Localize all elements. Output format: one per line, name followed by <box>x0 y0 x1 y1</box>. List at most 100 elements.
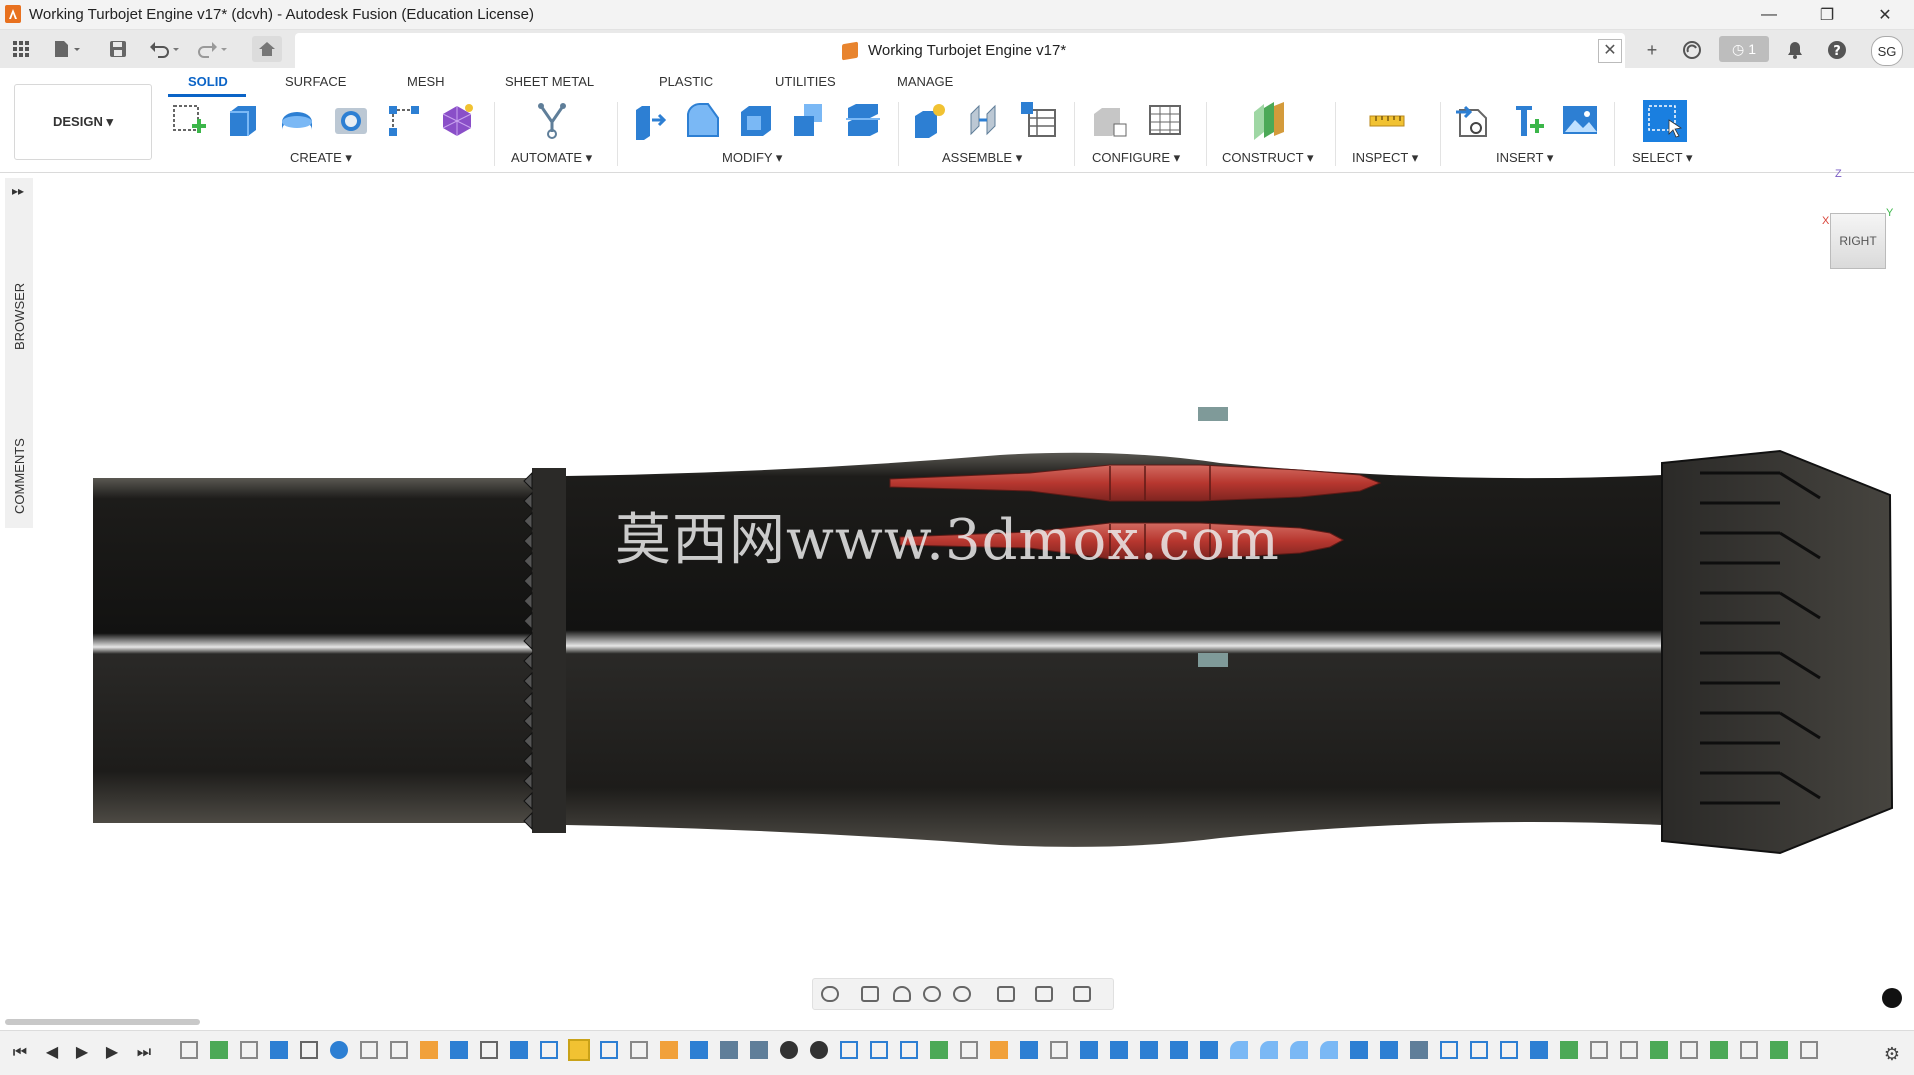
user-avatar[interactable]: SG <box>1871 36 1903 66</box>
sketch-feature-icon[interactable] <box>630 1041 648 1059</box>
extrude-feature-icon[interactable] <box>1170 1041 1188 1059</box>
workspace-switcher-button[interactable]: DESIGN ▾ <box>14 84 152 160</box>
joint-icon[interactable] <box>965 100 1003 140</box>
tab-utilities[interactable]: UTILITIES <box>775 74 836 89</box>
step-back-icon[interactable]: ◀ <box>42 1043 62 1063</box>
extrude-feature-icon[interactable] <box>1350 1041 1368 1059</box>
sketch-feature-icon[interactable] <box>390 1041 408 1059</box>
automate-icon[interactable] <box>533 100 571 140</box>
extrude-feature-icon[interactable] <box>1380 1041 1398 1059</box>
fillet-feature-icon[interactable] <box>1320 1041 1338 1059</box>
plane-feature-icon[interactable] <box>900 1041 918 1059</box>
plane-feature-icon[interactable] <box>930 1041 948 1059</box>
job-status-button[interactable]: ◷ 1 <box>1719 36 1769 62</box>
tab-manage[interactable]: MANAGE <box>897 74 953 89</box>
zoom-window-icon[interactable] <box>953 986 971 1002</box>
step-forward-icon[interactable]: ▶ <box>102 1043 122 1063</box>
look-at-icon[interactable] <box>861 986 879 1002</box>
configure-group-label[interactable]: CONFIGURE ▾ <box>1092 150 1180 166</box>
timeline-scrollbar[interactable] <box>5 1019 200 1025</box>
fillet-feature-icon[interactable] <box>1290 1041 1308 1059</box>
tab-surface[interactable]: SURFACE <box>285 74 346 89</box>
revolve-icon[interactable] <box>278 100 316 140</box>
comment-pen-icon[interactable] <box>1882 988 1902 1008</box>
extrude-feature-icon[interactable] <box>1080 1041 1098 1059</box>
mirror-feature-icon[interactable] <box>750 1041 768 1059</box>
mirror-feature-icon[interactable] <box>1410 1041 1428 1059</box>
tab-mesh[interactable]: MESH <box>407 74 445 89</box>
plane-feature-icon[interactable] <box>1770 1041 1788 1059</box>
construct-group-label[interactable]: CONSTRUCT ▾ <box>1222 150 1314 166</box>
orbit-icon[interactable] <box>821 986 839 1002</box>
display-settings-icon[interactable] <box>997 986 1015 1002</box>
pattern-icon[interactable] <box>385 100 423 140</box>
pan-icon[interactable] <box>893 986 911 1002</box>
file-menu-icon[interactable] <box>48 36 86 62</box>
pattern-feature-icon[interactable] <box>870 1041 888 1059</box>
component-feature-icon[interactable] <box>420 1041 438 1059</box>
configuration-rules-icon[interactable] <box>1146 100 1184 140</box>
pattern-feature-icon[interactable] <box>540 1041 558 1059</box>
extensions-icon[interactable] <box>1679 38 1705 62</box>
sketch-feature-icon[interactable] <box>240 1041 258 1059</box>
joint-feature-icon[interactable] <box>780 1041 798 1059</box>
sketch-feature-icon[interactable] <box>960 1041 978 1059</box>
create-sketch-icon[interactable] <box>170 100 208 140</box>
press-pull-icon[interactable] <box>630 100 668 140</box>
fillet-feature-icon[interactable] <box>1230 1041 1248 1059</box>
fillet-feature-icon[interactable] <box>330 1041 348 1059</box>
sketch-feature-icon[interactable] <box>1680 1041 1698 1059</box>
component-feature-icon[interactable] <box>990 1041 1008 1059</box>
plane-feature-icon[interactable] <box>210 1041 228 1059</box>
tab-solid[interactable]: SOLID <box>188 74 228 89</box>
component-feature-icon[interactable] <box>660 1041 678 1059</box>
shell-icon[interactable] <box>737 100 775 140</box>
sketch-feature-icon[interactable] <box>180 1041 198 1059</box>
extrude-feature-icon[interactable] <box>1140 1041 1158 1059</box>
plane-feature-icon[interactable] <box>1440 1041 1458 1059</box>
insert-canvas-icon[interactable] <box>1561 100 1599 140</box>
move-feature-icon[interactable] <box>300 1041 318 1059</box>
inspect-group-label[interactable]: INSPECT ▾ <box>1352 150 1418 166</box>
sketch-feature-icon[interactable] <box>1800 1041 1818 1059</box>
close-window-button[interactable]: ✕ <box>1856 0 1914 29</box>
timeline-settings-gear-icon[interactable]: ⚙ <box>1882 1044 1902 1064</box>
sketch-feature-icon[interactable] <box>1620 1041 1638 1059</box>
pattern-feature-icon[interactable] <box>1470 1041 1488 1059</box>
configure-table-icon[interactable] <box>1090 100 1128 140</box>
go-to-start-icon[interactable]: ⏮ <box>10 1043 30 1063</box>
data-panel-grid-icon[interactable] <box>8 36 34 62</box>
create-group-label[interactable]: CREATE ▾ <box>290 150 352 166</box>
extrude-icon[interactable] <box>224 100 262 140</box>
home-icon[interactable] <box>252 36 282 62</box>
extrude-feature-icon[interactable] <box>450 1041 468 1059</box>
extrude-feature-icon[interactable] <box>1200 1041 1218 1059</box>
sketch-feature-icon[interactable] <box>1740 1041 1758 1059</box>
select-group-label[interactable]: SELECT ▾ <box>1632 150 1692 166</box>
extrude-feature-icon[interactable] <box>1110 1041 1128 1059</box>
new-tab-button[interactable]: + <box>1639 38 1665 62</box>
assemble-group-label[interactable]: ASSEMBLE ▾ <box>942 150 1022 166</box>
extrude-feature-icon[interactable] <box>1020 1041 1038 1059</box>
new-component-icon[interactable] <box>911 100 949 140</box>
plane-feature-icon[interactable] <box>1650 1041 1668 1059</box>
play-icon[interactable]: ▶ <box>72 1043 92 1063</box>
plane-feature-icon[interactable] <box>1710 1041 1728 1059</box>
tab-plastic[interactable]: PLASTIC <box>659 74 713 89</box>
hole-icon[interactable] <box>332 100 370 140</box>
modify-group-label[interactable]: MODIFY ▾ <box>722 150 782 166</box>
sketch-feature-icon[interactable] <box>1050 1041 1068 1059</box>
plane-feature-icon[interactable] <box>840 1041 858 1059</box>
split-body-icon[interactable] <box>844 100 882 140</box>
form-icon[interactable] <box>438 100 476 140</box>
revolve-feature-icon[interactable] <box>270 1041 288 1059</box>
move-feature-icon[interactable] <box>480 1041 498 1059</box>
3d-viewport[interactable]: ▸▸ BROWSER COMMENTS 莫西网www.3dmox.com Z R… <box>0 168 1914 1016</box>
minimize-button[interactable]: — <box>1740 0 1798 29</box>
tab-sheet-metal[interactable]: SHEET METAL <box>505 74 594 89</box>
redo-icon[interactable] <box>194 36 234 62</box>
insert-group-label[interactable]: INSERT ▾ <box>1496 150 1553 166</box>
document-tab[interactable]: Working Turbojet Engine v17* ✕ <box>295 33 1625 68</box>
measure-icon[interactable] <box>1368 100 1406 140</box>
go-to-end-icon[interactable]: ⏭ <box>134 1043 154 1063</box>
